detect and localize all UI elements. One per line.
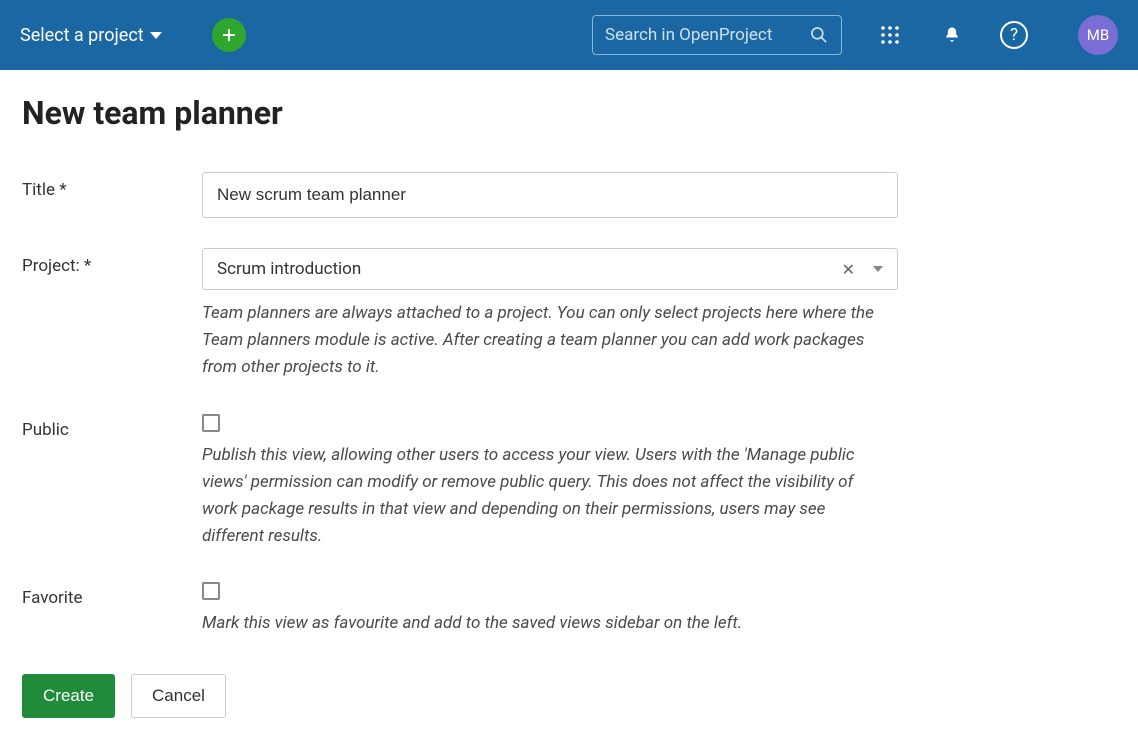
favorite-help: Mark this view as favourite and add to t… xyxy=(202,610,882,637)
project-help: Team planners are always attached to a p… xyxy=(202,300,882,382)
project-label: Project: * xyxy=(22,248,202,276)
public-help: Publish this view, allowing other users … xyxy=(202,442,882,551)
title-input[interactable] xyxy=(202,172,898,218)
project-selector[interactable]: Select a project xyxy=(20,25,162,46)
form-actions: Create Cancel xyxy=(22,674,898,718)
public-checkbox[interactable] xyxy=(202,414,220,432)
avatar[interactable]: MB xyxy=(1078,15,1118,55)
notifications-button[interactable] xyxy=(938,21,966,49)
project-select[interactable]: Scrum introduction ✕ xyxy=(202,248,898,290)
avatar-initials: MB xyxy=(1087,26,1109,44)
favorite-row: Favorite Mark this view as favourite and… xyxy=(22,580,898,637)
modules-button[interactable] xyxy=(876,21,904,49)
project-row: Project: * Scrum introduction ✕ Team pla… xyxy=(22,248,898,382)
favorite-label: Favorite xyxy=(22,580,202,608)
caret-down-icon xyxy=(150,32,162,39)
create-button[interactable]: Create xyxy=(22,674,115,718)
search-icon xyxy=(809,25,829,45)
public-row: Public Publish this view, allowing other… xyxy=(22,412,898,551)
bell-icon xyxy=(942,25,962,45)
grid-icon xyxy=(880,25,900,45)
search-placeholder: Search in OpenProject xyxy=(605,25,801,45)
help-icon: ? xyxy=(1000,21,1028,49)
public-label: Public xyxy=(22,412,202,440)
project-selector-label: Select a project xyxy=(20,25,144,46)
topbar: Select a project Search in OpenProject ?… xyxy=(0,0,1138,70)
project-value: Scrum introduction xyxy=(217,259,830,279)
help-button[interactable]: ? xyxy=(1000,21,1028,49)
cancel-button[interactable]: Cancel xyxy=(131,674,226,718)
content: New team planner Title * Project: * Scru… xyxy=(0,70,920,748)
favorite-checkbox[interactable] xyxy=(202,582,220,600)
chevron-down-icon xyxy=(873,266,883,272)
title-row: Title * xyxy=(22,172,898,218)
add-button[interactable] xyxy=(212,18,246,52)
plus-icon xyxy=(220,26,238,44)
search-input[interactable]: Search in OpenProject xyxy=(592,15,842,55)
clear-icon[interactable]: ✕ xyxy=(838,260,859,279)
title-label: Title * xyxy=(22,172,202,200)
page-title: New team planner xyxy=(22,94,898,132)
